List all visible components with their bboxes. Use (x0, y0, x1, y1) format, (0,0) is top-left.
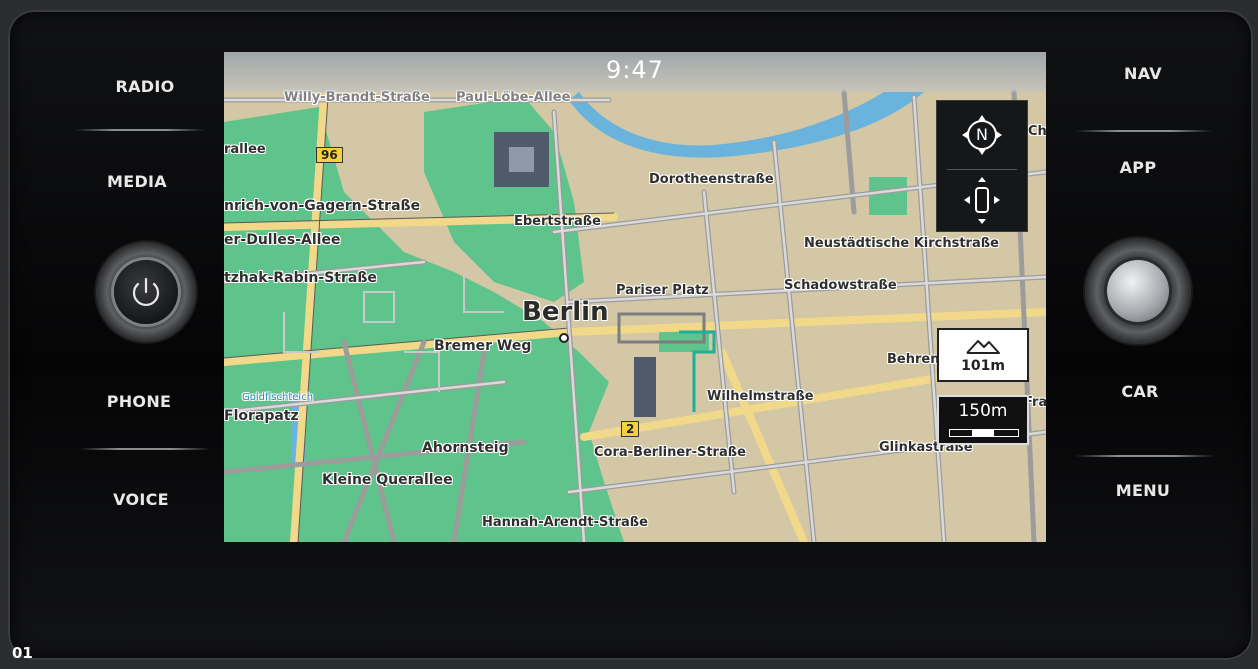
street-label: Bremer Weg (434, 338, 532, 354)
street-label: Dorotheenstraße (649, 172, 774, 187)
street-label: Hannah-Arendt-Straße (482, 515, 648, 530)
divider (80, 448, 210, 450)
small-park (869, 177, 907, 215)
street-label: rallee (224, 142, 266, 157)
phone-button[interactable]: PHONE (74, 392, 204, 411)
media-button[interactable]: MEDIA (72, 172, 202, 191)
map-controls-panel: N (936, 100, 1028, 232)
street-label: Ch (1028, 124, 1046, 139)
power-knob-cap[interactable] (114, 260, 178, 324)
app-button[interactable]: APP (1073, 158, 1203, 177)
street-label: Pariser Platz (616, 283, 709, 298)
street-label: tzhak-Rabin-Straße (224, 270, 377, 286)
mountain-icon (966, 340, 1000, 354)
street-label: Ahornsteig (422, 440, 509, 456)
memorial-building (634, 357, 656, 417)
compass-button[interactable]: N (937, 101, 1027, 167)
reichstag-dome (509, 147, 534, 172)
figure-number: 01 (12, 644, 33, 662)
power-icon (132, 277, 160, 306)
compass-letter: N (976, 125, 988, 144)
vehicle-position-icon (964, 177, 1000, 224)
divider (1076, 130, 1212, 132)
street-label: Kleine Querallee (322, 472, 453, 488)
radio-button[interactable]: RADIO (80, 77, 210, 96)
divider (75, 129, 205, 131)
street-label: Ebertstraße (514, 214, 601, 229)
power-volume-knob[interactable] (96, 242, 196, 342)
road-number-badge: 96 (316, 147, 343, 163)
spree-river (569, 92, 924, 158)
pond-label: Goldfischteich (242, 392, 314, 403)
street-label: Neustädtische Kirchstraße (804, 236, 999, 251)
city-marker (559, 333, 569, 343)
road-number-badge: 2 (621, 421, 640, 437)
nav-button[interactable]: NAV (1078, 64, 1208, 83)
menu-button[interactable]: MENU (1078, 481, 1208, 500)
elevation-widget[interactable]: 101m (937, 328, 1029, 382)
divider (947, 169, 1017, 170)
street-label: Wilhelmstraße (707, 389, 814, 404)
clock: 9:47 (606, 56, 664, 84)
voice-button[interactable]: VOICE (76, 490, 206, 509)
vehicle-position-button[interactable] (937, 171, 1027, 231)
divider (1075, 455, 1215, 457)
map-scale-widget: 150m (937, 395, 1029, 445)
street-label: Willy-Brandt-Straße (284, 90, 430, 105)
street-label: Schadowstraße (784, 278, 897, 293)
car-button[interactable]: CAR (1075, 382, 1205, 401)
city-label: Berlin (522, 297, 609, 327)
street-label: Cora-Berliner-Straße (594, 445, 746, 460)
elevation-value: 101m (961, 358, 1005, 374)
street-label: er-Dulles-Allee (224, 232, 341, 248)
tuning-knob[interactable] (1085, 238, 1191, 344)
car-infotainment-unit: RADIO MEDIA PHONE VOICE NAV APP CAR MENU (0, 0, 1258, 669)
navigation-screen[interactable]: Willy-Brandt-Straße Paul-Löbe-Allee rall… (224, 52, 1046, 542)
scale-value: 150m (958, 401, 1008, 421)
street-label: nrich-von-Gagern-Straße (224, 198, 421, 214)
scale-bar (949, 429, 1019, 437)
street-label: Paul-Löbe-Allee (456, 90, 571, 105)
tuning-knob-cap[interactable] (1107, 260, 1169, 322)
street-label: Florapatz (224, 408, 299, 424)
